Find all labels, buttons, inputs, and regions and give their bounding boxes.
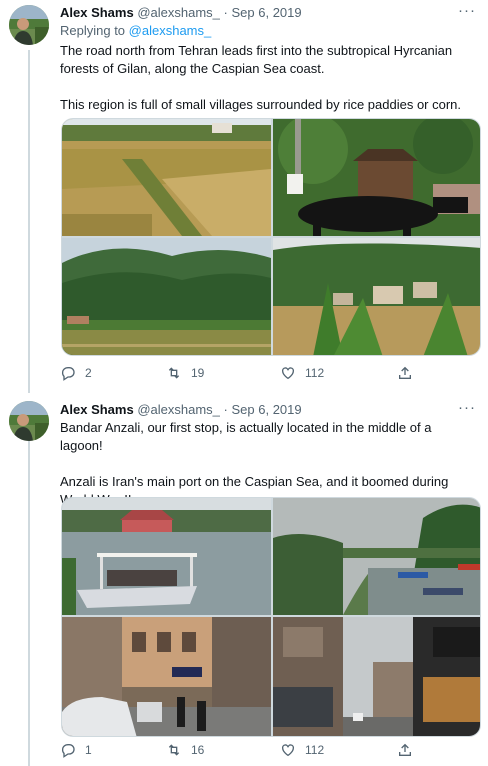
retweet-count: 19 bbox=[191, 366, 205, 380]
more-options-icon[interactable]: ··· bbox=[458, 399, 476, 417]
reply-button[interactable]: 2 bbox=[60, 365, 92, 381]
thread-line bbox=[28, 439, 30, 766]
rice-paddy-photo[interactable] bbox=[62, 119, 271, 236]
author-handle[interactable]: @alexshams_ bbox=[137, 5, 220, 20]
tweet-paragraph: The road north from Tehran leads first i… bbox=[60, 43, 453, 76]
avatar[interactable] bbox=[9, 5, 49, 45]
tweet-header: Alex Shams @alexshams_ · Sep 6, 2019 ··· bbox=[60, 399, 476, 419]
avatar[interactable] bbox=[9, 401, 49, 441]
tweet[interactable]: Alex Shams @alexshams_ · Sep 6, 2019 ···… bbox=[0, 393, 488, 766]
like-count: 112 bbox=[305, 366, 325, 380]
like-button[interactable]: 112 bbox=[280, 742, 324, 758]
author-handle[interactable]: @alexshams_ bbox=[137, 402, 220, 417]
separator: · bbox=[223, 5, 228, 20]
tweet-date[interactable]: Sep 6, 2019 bbox=[232, 5, 302, 20]
reply-count: 2 bbox=[85, 366, 92, 380]
retweet-icon bbox=[168, 367, 180, 379]
retweet-count: 16 bbox=[191, 743, 205, 757]
tweet-actions: 1 16 112 bbox=[60, 742, 460, 762]
cow-barn-photo[interactable] bbox=[273, 119, 480, 236]
reply-button[interactable]: 1 bbox=[60, 742, 92, 758]
retweet-icon bbox=[168, 744, 180, 756]
share-button[interactable] bbox=[397, 365, 413, 381]
heart-icon bbox=[282, 744, 294, 757]
like-button[interactable]: 112 bbox=[280, 365, 324, 381]
replying-mention[interactable]: @alexshams_ bbox=[129, 23, 212, 38]
lagoon-boats-photo[interactable] bbox=[273, 498, 480, 615]
tweet-header: Alex Shams @alexshams_ · Sep 6, 2019 ··· bbox=[60, 2, 476, 22]
tweet[interactable]: Alex Shams @alexshams_ · Sep 6, 2019 ···… bbox=[0, 0, 488, 393]
media-grid bbox=[61, 497, 481, 737]
replying-prefix: Replying to bbox=[60, 23, 126, 38]
tweet-date[interactable]: Sep 6, 2019 bbox=[232, 402, 302, 417]
thread-line bbox=[28, 50, 30, 393]
more-options-icon[interactable]: ··· bbox=[458, 2, 476, 20]
street-shops-photo[interactable] bbox=[273, 617, 480, 736]
author-name[interactable]: Alex Shams bbox=[60, 402, 134, 417]
media-grid bbox=[61, 118, 481, 356]
tweet-paragraph: This region is full of small villages su… bbox=[60, 97, 462, 112]
street-cars-photo[interactable] bbox=[62, 617, 271, 736]
lagoon-ferry-photo[interactable] bbox=[62, 498, 271, 615]
separator: · bbox=[223, 402, 228, 417]
replying-to: Replying to @alexshams_ bbox=[60, 22, 211, 40]
heart-icon bbox=[282, 367, 294, 380]
tweet-actions: 2 19 112 bbox=[60, 365, 460, 385]
share-icon bbox=[399, 366, 411, 379]
reply-icon bbox=[61, 744, 75, 758]
forest-hills-photo[interactable] bbox=[62, 238, 271, 355]
share-icon bbox=[399, 743, 411, 756]
author-name[interactable]: Alex Shams bbox=[60, 5, 134, 20]
tweet-paragraph: Bandar Anzali, our first stop, is actual… bbox=[60, 420, 432, 453]
reply-icon bbox=[61, 367, 75, 381]
reply-count: 1 bbox=[85, 743, 92, 757]
retweet-button[interactable]: 16 bbox=[166, 742, 204, 758]
retweet-button[interactable]: 19 bbox=[166, 365, 204, 381]
share-button[interactable] bbox=[397, 742, 413, 758]
like-count: 112 bbox=[305, 743, 325, 757]
village-corn-photo[interactable] bbox=[273, 238, 480, 355]
